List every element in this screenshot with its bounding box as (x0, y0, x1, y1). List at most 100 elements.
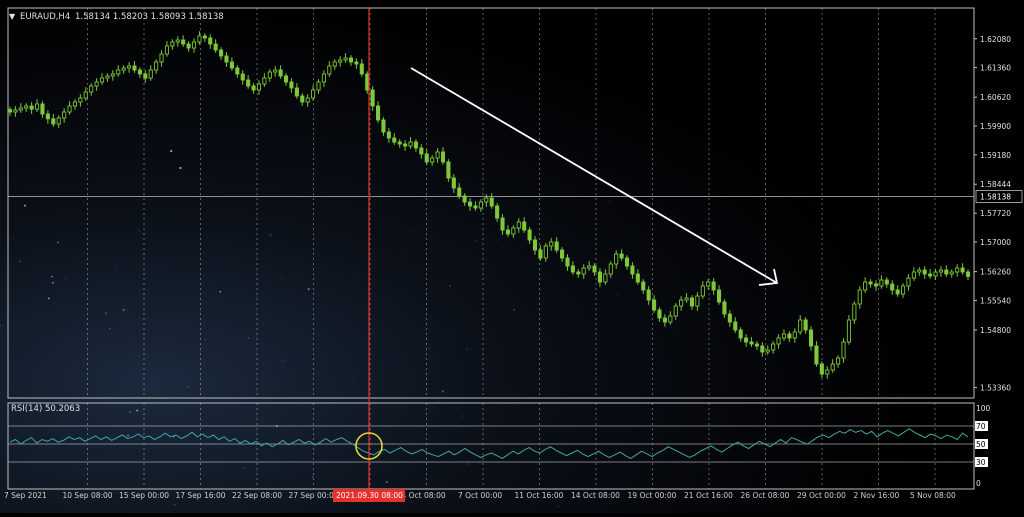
candle-body (873, 283, 879, 287)
candle-body (516, 221, 521, 229)
rsi-tick-label: 30 (976, 458, 986, 467)
star (83, 201, 85, 203)
star (984, 369, 985, 370)
star (624, 287, 626, 289)
candle-body (45, 113, 50, 120)
candle-body (868, 281, 873, 285)
candle-body (522, 221, 527, 231)
candle-body (370, 89, 375, 107)
candle-body (565, 257, 570, 267)
price-tick-label: 1.57000 (980, 238, 1011, 247)
star (78, 466, 80, 468)
time-tick-label: 7 Oct 00:00 (458, 491, 502, 500)
star (634, 185, 635, 187)
candle-body (289, 81, 294, 89)
star (138, 229, 141, 232)
star (540, 301, 542, 303)
candle-body (489, 197, 494, 207)
star (115, 267, 116, 269)
candle-body (771, 343, 776, 351)
candle-body (94, 81, 99, 87)
candle-body (56, 117, 61, 125)
time-tick-label: 19 Oct 00:00 (628, 491, 677, 500)
candle-body (143, 73, 148, 79)
candle-body (18, 107, 23, 111)
candle-body (99, 77, 105, 83)
candle-body (7, 109, 13, 113)
star (179, 166, 182, 170)
candle-body (581, 267, 586, 275)
candle-body (765, 349, 770, 353)
rsi-tick-label: 70 (976, 422, 986, 431)
candle-body (278, 69, 283, 77)
highlighted-date-label: 2021.09.30 08:00 (336, 491, 403, 500)
candle-body (381, 119, 386, 133)
star (126, 434, 130, 437)
candle-body (846, 319, 851, 343)
candle-body (798, 319, 803, 333)
candle-body (89, 85, 94, 93)
star (13, 237, 15, 239)
candle-body (662, 317, 667, 323)
candle-body (83, 91, 88, 99)
dropdown-triangle-icon[interactable]: ▼ (9, 12, 16, 21)
candle-body (505, 229, 510, 235)
candle-body (722, 301, 727, 315)
time-tick-label: 4 Oct 08:00 (402, 491, 446, 500)
star (122, 308, 125, 312)
star (219, 290, 222, 293)
candle-body (29, 105, 34, 110)
candle-body (251, 85, 256, 91)
candle-body (635, 273, 640, 283)
candle-body (386, 131, 391, 139)
candle-body (646, 289, 651, 301)
candle-body (132, 65, 137, 71)
candle-body (836, 357, 841, 365)
rsi-tick-label: 50 (976, 440, 986, 449)
candle-body (78, 97, 83, 103)
star (501, 351, 503, 353)
star (461, 415, 463, 417)
candle-body (830, 363, 835, 371)
star (608, 200, 611, 203)
candle-body (511, 227, 516, 235)
candle-body (808, 329, 814, 347)
candle-body (224, 55, 229, 63)
candle-body (283, 75, 289, 83)
star (385, 481, 388, 484)
candle-body (137, 69, 142, 75)
candle-body (316, 81, 321, 91)
star (948, 459, 950, 461)
candle-body (652, 299, 657, 311)
candle-body (933, 271, 938, 277)
candle-body (35, 103, 40, 110)
candle-body (240, 73, 245, 81)
time-tick-label: 7 Sep 2021 (4, 491, 47, 500)
candle-body (116, 69, 121, 75)
star (172, 163, 174, 164)
candle-body (884, 279, 889, 285)
candle-body (148, 69, 153, 79)
star (282, 276, 284, 278)
star (495, 239, 498, 241)
star (616, 293, 619, 296)
star (833, 370, 835, 372)
candle-body (175, 39, 180, 43)
candle-body (213, 43, 218, 51)
star (170, 150, 173, 153)
candle-body (543, 245, 548, 259)
candle-body (803, 319, 808, 331)
candle-body (170, 41, 175, 47)
star (629, 304, 631, 307)
star (941, 372, 943, 374)
candle-body (110, 73, 115, 77)
price-tick-label: 1.59180 (980, 151, 1011, 160)
star (441, 390, 445, 393)
candle-body (208, 37, 213, 45)
candle-body (695, 295, 700, 307)
star (51, 275, 53, 278)
candle-body (689, 297, 695, 307)
candle-body (343, 57, 348, 61)
star (599, 308, 601, 310)
star (911, 391, 912, 392)
